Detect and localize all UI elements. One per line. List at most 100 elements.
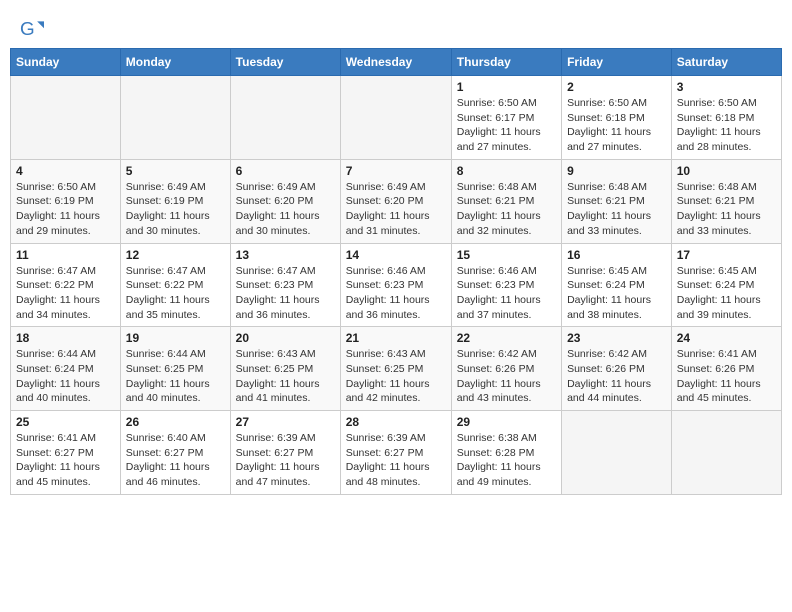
- day-header-monday: Monday: [120, 49, 230, 76]
- day-info: Sunrise: 6:48 AM Sunset: 6:21 PM Dayligh…: [457, 180, 556, 239]
- day-info: Sunrise: 6:38 AM Sunset: 6:28 PM Dayligh…: [457, 431, 556, 490]
- day-info: Sunrise: 6:41 AM Sunset: 6:26 PM Dayligh…: [677, 347, 776, 406]
- day-number: 24: [677, 331, 776, 345]
- calendar-cell: 3 Sunrise: 6:50 AM Sunset: 6:18 PM Daylig…: [671, 76, 781, 160]
- day-info: Sunrise: 6:50 AM Sunset: 6:19 PM Dayligh…: [16, 180, 115, 239]
- day-number: 15: [457, 248, 556, 262]
- calendar-cell: 22 Sunrise: 6:42 AM Sunset: 6:26 PM Dayli…: [451, 327, 561, 411]
- calendar-cell: 19 Sunrise: 6:44 AM Sunset: 6:25 PM Dayli…: [120, 327, 230, 411]
- calendar-cell: 6 Sunrise: 6:49 AM Sunset: 6:20 PM Daylig…: [230, 159, 340, 243]
- day-number: 17: [677, 248, 776, 262]
- day-info: Sunrise: 6:42 AM Sunset: 6:26 PM Dayligh…: [567, 347, 666, 406]
- day-info: Sunrise: 6:46 AM Sunset: 6:23 PM Dayligh…: [346, 264, 446, 323]
- day-number: 21: [346, 331, 446, 345]
- calendar-body: 1 Sunrise: 6:50 AM Sunset: 6:17 PM Daylig…: [11, 76, 782, 495]
- calendar-cell: 20 Sunrise: 6:43 AM Sunset: 6:25 PM Dayli…: [230, 327, 340, 411]
- day-info: Sunrise: 6:47 AM Sunset: 6:23 PM Dayligh…: [236, 264, 335, 323]
- day-info: Sunrise: 6:45 AM Sunset: 6:24 PM Dayligh…: [567, 264, 666, 323]
- day-info: Sunrise: 6:48 AM Sunset: 6:21 PM Dayligh…: [677, 180, 776, 239]
- logo: G: [20, 18, 48, 42]
- day-number: 1: [457, 80, 556, 94]
- day-info: Sunrise: 6:46 AM Sunset: 6:23 PM Dayligh…: [457, 264, 556, 323]
- day-info: Sunrise: 6:44 AM Sunset: 6:25 PM Dayligh…: [126, 347, 225, 406]
- day-number: 19: [126, 331, 225, 345]
- calendar-cell: [340, 76, 451, 160]
- calendar-week-5: 25Sunrise: 6:41 AM Sunset: 6:27 PM Dayli…: [11, 411, 782, 495]
- day-info: Sunrise: 6:49 AM Sunset: 6:20 PM Dayligh…: [236, 180, 335, 239]
- calendar-cell: [671, 411, 781, 495]
- calendar-cell: 18Sunrise: 6:44 AM Sunset: 6:24 PM Dayli…: [11, 327, 121, 411]
- svg-text:G: G: [20, 18, 35, 39]
- day-number: 12: [126, 248, 225, 262]
- calendar-cell: 1 Sunrise: 6:50 AM Sunset: 6:17 PM Daylig…: [451, 76, 561, 160]
- day-info: Sunrise: 6:48 AM Sunset: 6:21 PM Dayligh…: [567, 180, 666, 239]
- day-number: 4: [16, 164, 115, 178]
- day-number: 16: [567, 248, 666, 262]
- day-info: Sunrise: 6:50 AM Sunset: 6:18 PM Dayligh…: [567, 96, 666, 155]
- calendar-cell: 2 Sunrise: 6:50 AM Sunset: 6:18 PM Daylig…: [562, 76, 672, 160]
- calendar-cell: 14 Sunrise: 6:46 AM Sunset: 6:23 PM Dayli…: [340, 243, 451, 327]
- day-number: 13: [236, 248, 335, 262]
- day-number: 5: [126, 164, 225, 178]
- day-number: 9: [567, 164, 666, 178]
- calendar-cell: [120, 76, 230, 160]
- calendar-cell: 21 Sunrise: 6:43 AM Sunset: 6:25 PM Dayli…: [340, 327, 451, 411]
- calendar-cell: 23 Sunrise: 6:42 AM Sunset: 6:26 PM Dayli…: [562, 327, 672, 411]
- day-info: Sunrise: 6:47 AM Sunset: 6:22 PM Dayligh…: [126, 264, 225, 323]
- calendar-cell: 12 Sunrise: 6:47 AM Sunset: 6:22 PM Dayli…: [120, 243, 230, 327]
- day-header-row: SundayMondayTuesdayWednesdayThursdayFrid…: [11, 49, 782, 76]
- day-number: 14: [346, 248, 446, 262]
- day-header-friday: Friday: [562, 49, 672, 76]
- day-number: 10: [677, 164, 776, 178]
- day-number: 11: [16, 248, 115, 262]
- calendar-cell: 4 Sunrise: 6:50 AM Sunset: 6:19 PM Daylig…: [11, 159, 121, 243]
- calendar-cell: 17 Sunrise: 6:45 AM Sunset: 6:24 PM Dayli…: [671, 243, 781, 327]
- calendar-cell: [11, 76, 121, 160]
- day-number: 22: [457, 331, 556, 345]
- day-number: 3: [677, 80, 776, 94]
- day-info: Sunrise: 6:44 AM Sunset: 6:24 PM Dayligh…: [16, 347, 115, 406]
- day-number: 23: [567, 331, 666, 345]
- day-number: 28: [346, 415, 446, 429]
- day-info: Sunrise: 6:45 AM Sunset: 6:24 PM Dayligh…: [677, 264, 776, 323]
- day-number: 2: [567, 80, 666, 94]
- day-info: Sunrise: 6:42 AM Sunset: 6:26 PM Dayligh…: [457, 347, 556, 406]
- day-info: Sunrise: 6:49 AM Sunset: 6:20 PM Dayligh…: [346, 180, 446, 239]
- calendar-week-2: 4 Sunrise: 6:50 AM Sunset: 6:19 PM Daylig…: [11, 159, 782, 243]
- day-info: Sunrise: 6:40 AM Sunset: 6:27 PM Dayligh…: [126, 431, 225, 490]
- calendar-cell: [562, 411, 672, 495]
- calendar-table: SundayMondayTuesdayWednesdayThursdayFrid…: [10, 48, 782, 495]
- day-number: 7: [346, 164, 446, 178]
- calendar-cell: 29 Sunrise: 6:38 AM Sunset: 6:28 PM Dayli…: [451, 411, 561, 495]
- calendar-cell: 10 Sunrise: 6:48 AM Sunset: 6:21 PM Dayli…: [671, 159, 781, 243]
- calendar-cell: 5Sunrise: 6:49 AM Sunset: 6:19 PM Daylig…: [120, 159, 230, 243]
- day-info: Sunrise: 6:43 AM Sunset: 6:25 PM Dayligh…: [346, 347, 446, 406]
- logo-icon: G: [20, 18, 44, 42]
- day-info: Sunrise: 6:39 AM Sunset: 6:27 PM Dayligh…: [236, 431, 335, 490]
- day-header-wednesday: Wednesday: [340, 49, 451, 76]
- day-number: 20: [236, 331, 335, 345]
- day-header-sunday: Sunday: [11, 49, 121, 76]
- day-number: 6: [236, 164, 335, 178]
- calendar-cell: 7 Sunrise: 6:49 AM Sunset: 6:20 PM Daylig…: [340, 159, 451, 243]
- day-info: Sunrise: 6:39 AM Sunset: 6:27 PM Dayligh…: [346, 431, 446, 490]
- day-info: Sunrise: 6:41 AM Sunset: 6:27 PM Dayligh…: [16, 431, 115, 490]
- calendar-cell: 13 Sunrise: 6:47 AM Sunset: 6:23 PM Dayli…: [230, 243, 340, 327]
- calendar-cell: 24 Sunrise: 6:41 AM Sunset: 6:26 PM Dayli…: [671, 327, 781, 411]
- day-info: Sunrise: 6:50 AM Sunset: 6:17 PM Dayligh…: [457, 96, 556, 155]
- calendar-cell: [230, 76, 340, 160]
- day-header-tuesday: Tuesday: [230, 49, 340, 76]
- calendar-cell: 26 Sunrise: 6:40 AM Sunset: 6:27 PM Dayli…: [120, 411, 230, 495]
- calendar-week-3: 11 Sunrise: 6:47 AM Sunset: 6:22 PM Dayli…: [11, 243, 782, 327]
- calendar-cell: 27 Sunrise: 6:39 AM Sunset: 6:27 PM Dayli…: [230, 411, 340, 495]
- day-header-thursday: Thursday: [451, 49, 561, 76]
- day-info: Sunrise: 6:50 AM Sunset: 6:18 PM Dayligh…: [677, 96, 776, 155]
- day-info: Sunrise: 6:47 AM Sunset: 6:22 PM Dayligh…: [16, 264, 115, 323]
- day-number: 26: [126, 415, 225, 429]
- calendar-header: SundayMondayTuesdayWednesdayThursdayFrid…: [11, 49, 782, 76]
- day-number: 29: [457, 415, 556, 429]
- calendar-cell: 28 Sunrise: 6:39 AM Sunset: 6:27 PM Dayli…: [340, 411, 451, 495]
- day-number: 27: [236, 415, 335, 429]
- day-info: Sunrise: 6:43 AM Sunset: 6:25 PM Dayligh…: [236, 347, 335, 406]
- day-header-saturday: Saturday: [671, 49, 781, 76]
